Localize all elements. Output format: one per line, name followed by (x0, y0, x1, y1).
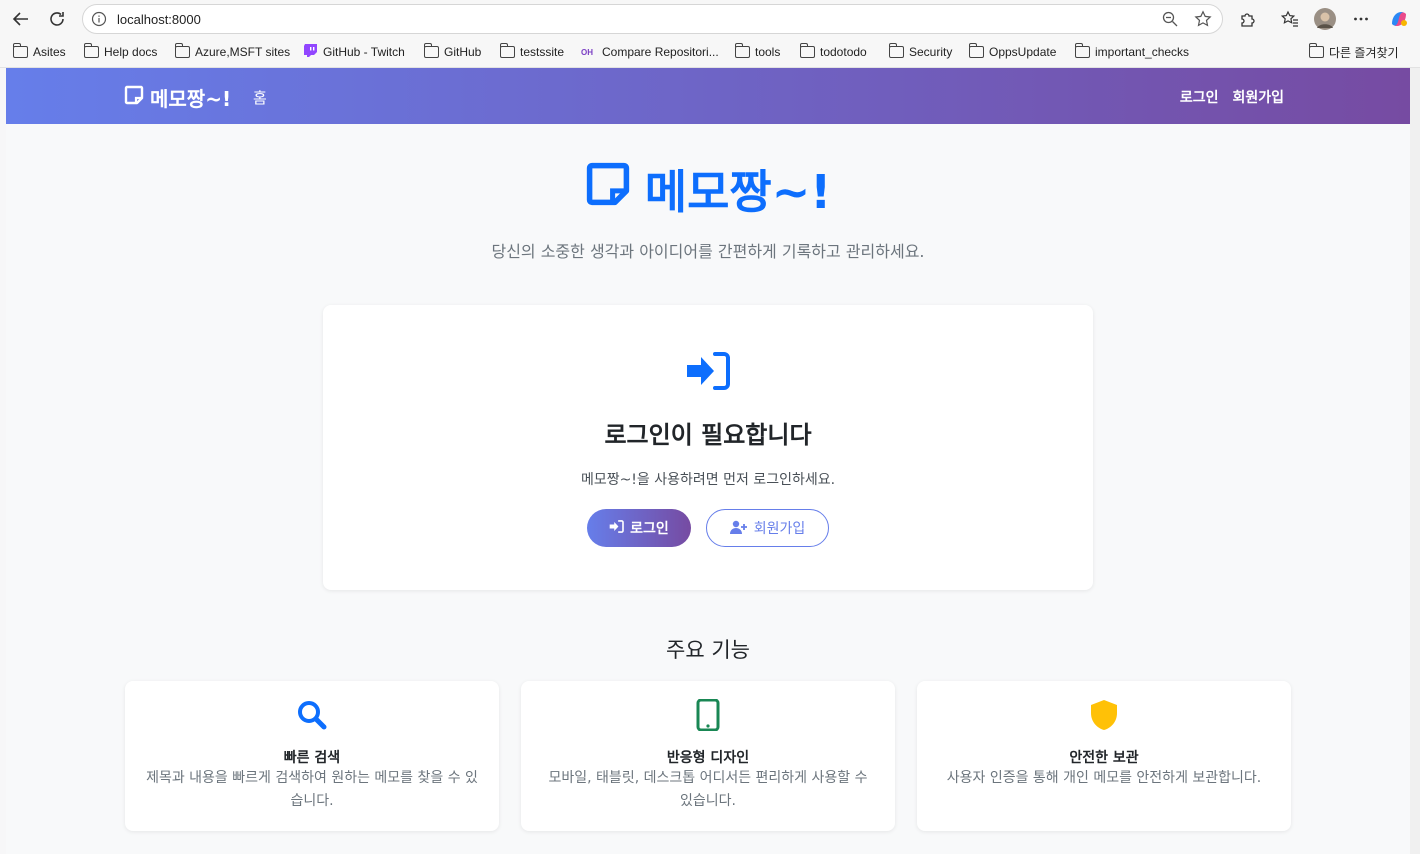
features-heading: 주요 기능 (666, 638, 750, 662)
bookmark-compare-repositories[interactable]: OH Compare Repositori... (581, 43, 719, 61)
feature-card-secure: 안전한 보관 사용자 인증을 통해 개인 메모를 안전하게 보관합니다. (917, 681, 1291, 831)
user-plus-icon (729, 520, 748, 537)
sign-in-icon (609, 520, 624, 536)
favorites-icon[interactable] (1278, 7, 1302, 31)
nav-home-link[interactable]: 홈 (253, 87, 267, 108)
folder-icon (1074, 43, 1090, 58)
signup-button[interactable]: 회원가입 (706, 509, 829, 547)
other-favorites[interactable]: 다른 즐겨찾기 (1308, 43, 1399, 61)
bookmark-security[interactable]: Security (888, 43, 952, 61)
folder-icon (423, 43, 439, 58)
folder-icon (888, 43, 904, 58)
site-navbar: 메모짱~! 홈 로그인 회원가입 (6, 68, 1410, 124)
copilot-icon[interactable] (1387, 7, 1411, 31)
feature-description: 제목과 내용을 빠르게 검색하여 원하는 메모를 찾을 수 있습니다. (146, 770, 478, 809)
twitch-icon (303, 43, 318, 61)
feature-card-responsive: 반응형 디자인 모바일, 태블릿, 데스크톱 어디서든 편리하게 사용할 수 있… (521, 681, 895, 831)
login-required-text: 메모짱~!을 사용하려면 먼저 로그인하세요. (580, 472, 836, 488)
page-subtitle: 당신의 소중한 생각과 아이디어를 간편하게 기록하고 관리하세요. (491, 242, 925, 261)
search-icon (125, 699, 499, 731)
site-info-icon[interactable] (91, 11, 107, 31)
navbar-brand[interactable]: 메모짱~! (124, 83, 231, 112)
reload-icon[interactable] (45, 7, 69, 31)
bookmark-important-checks[interactable]: important_checks (1074, 43, 1189, 61)
sticky-note-icon (124, 85, 144, 110)
feature-card-search: 빠른 검색 제목과 내용을 빠르게 검색하여 원하는 메모를 찾을 수 있습니다… (125, 681, 499, 831)
bookmark-azure-msft-sites[interactable]: Azure,MSFT sites (174, 43, 290, 61)
bookmark-testssite[interactable]: testssite (499, 43, 564, 61)
folder-icon (734, 43, 750, 58)
bookmark-todotodo[interactable]: todotodo (799, 43, 867, 61)
more-options-icon[interactable] (1349, 7, 1373, 31)
bookmark-github[interactable]: GitHub (423, 43, 481, 61)
browser-toolbar: localhost:8000 (0, 0, 1420, 37)
feature-title: 빠른 검색 (283, 750, 341, 766)
bookmark-asites[interactable]: Asites (12, 43, 66, 61)
sticky-note-icon (585, 161, 631, 218)
feature-title: 안전한 보관 (1069, 750, 1139, 766)
login-button[interactable]: 로그인 (587, 509, 691, 547)
zoom-icon[interactable] (1162, 11, 1178, 31)
nav-auth-links: 로그인 회원가입 (1180, 87, 1284, 107)
back-icon[interactable] (9, 7, 33, 31)
folder-icon (799, 43, 815, 58)
nav-signup-link[interactable]: 회원가입 (1232, 87, 1284, 107)
bookmark-tools[interactable]: tools (734, 43, 780, 61)
folder-icon (1308, 43, 1324, 58)
mobile-icon (521, 699, 895, 731)
login-required-title: 로그인이 필요합니다 (604, 421, 812, 449)
bookmark-oppsupdate[interactable]: OppsUpdate (968, 43, 1056, 61)
profile-avatar[interactable] (1313, 7, 1337, 31)
bookmarks-bar: Asites Help docs Azure,MSFT sites GitHub… (0, 37, 1420, 68)
address-bar[interactable]: localhost:8000 (82, 4, 1223, 34)
folder-icon (499, 43, 515, 58)
bookmark-github-twitch[interactable]: GitHub - Twitch (303, 43, 405, 61)
folder-icon (174, 43, 190, 58)
feature-description: 모바일, 태블릿, 데스크톱 어디서든 편리하게 사용할 수 있습니다. (548, 770, 868, 809)
folder-icon (968, 43, 984, 58)
shield-icon (917, 699, 1291, 731)
folder-icon (83, 43, 99, 58)
page-title: 메모짱~! (6, 156, 1410, 222)
extensions-icon[interactable] (1236, 7, 1260, 31)
folder-icon (12, 43, 28, 58)
url-text[interactable]: localhost:8000 (117, 12, 201, 27)
feature-title: 반응형 디자인 (666, 750, 750, 766)
login-required-card: 로그인이 필요합니다 메모짱~!을 사용하려면 먼저 로그인하세요. 로그인 회… (323, 305, 1093, 590)
favorite-star-icon[interactable] (1194, 10, 1212, 32)
feature-description: 사용자 인증을 통해 개인 메모를 안전하게 보관합니다. (946, 770, 1262, 786)
bookmark-help-docs[interactable]: Help docs (83, 43, 157, 61)
nav-login-link[interactable]: 로그인 (1180, 87, 1219, 107)
page-scrollbar[interactable] (1410, 68, 1420, 854)
page-viewport: 메모짱~! 홈 로그인 회원가입 메모짱~! 당신의 소중한 생각과 아이디어를… (6, 68, 1410, 854)
sign-in-icon (685, 351, 731, 395)
oh-icon: OH (581, 47, 593, 57)
